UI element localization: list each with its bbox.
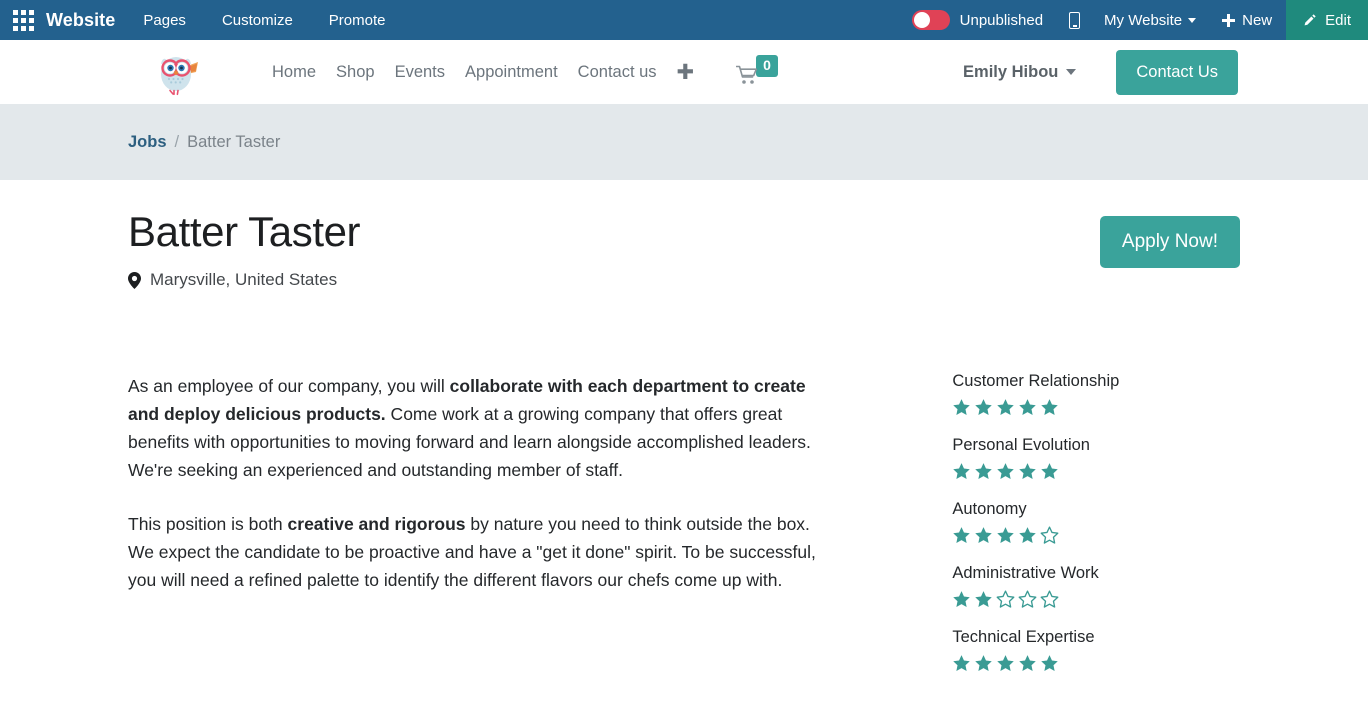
- star-filled-icon: [1018, 462, 1037, 481]
- emphasis-text: creative and rigorous: [287, 514, 466, 535]
- edit-button[interactable]: Edit: [1286, 0, 1368, 40]
- star-empty-icon: [1040, 526, 1059, 545]
- body-text: This position is both: [128, 514, 288, 535]
- job-location-label: Marysville, United States: [150, 270, 338, 290]
- cart-button[interactable]: 0: [735, 55, 778, 85]
- star-filled-icon: [952, 526, 971, 545]
- job-description: As an employee of our company, you will …: [128, 372, 839, 692]
- star-filled-icon: [1018, 398, 1037, 417]
- new-button[interactable]: New: [1208, 0, 1286, 40]
- nav-item-shop[interactable]: Shop: [326, 63, 385, 82]
- star-filled-icon: [996, 462, 1015, 481]
- nav-item-appointment[interactable]: Appointment: [455, 63, 568, 82]
- star-filled-icon: [996, 654, 1015, 673]
- editor-menu-promote[interactable]: Promote: [311, 0, 404, 40]
- website-header: Home Shop Events Appointment Contact us …: [0, 40, 1368, 104]
- owl-logo[interactable]: [152, 48, 204, 96]
- star-filled-icon: [952, 590, 971, 609]
- breadcrumb: Jobs / Batter Taster: [0, 104, 1368, 180]
- app-brand-label[interactable]: Website: [46, 10, 125, 31]
- mobile-phone-icon[interactable]: [1057, 0, 1092, 40]
- star-filled-icon: [1040, 398, 1059, 417]
- job-description-paragraph: This position is both creative and rigor…: [128, 510, 839, 594]
- add-nav-item-plus-icon[interactable]: ✚: [667, 62, 705, 83]
- skill-rating-stars: [952, 590, 1240, 609]
- skill-name: Customer Relationship: [952, 372, 1120, 391]
- skill-name: Administrative Work: [952, 564, 1099, 583]
- job-title-row: Batter Taster Marysville, United States …: [128, 180, 1240, 290]
- site-selector-label: My Website: [1104, 11, 1183, 29]
- star-filled-icon: [1018, 654, 1037, 673]
- publish-toggle[interactable]: [911, 10, 950, 30]
- skill-name: Autonomy: [952, 500, 1027, 519]
- new-button-label: New: [1242, 11, 1273, 29]
- odoo-editor-bar: Website Pages Customize Promote Unpublis…: [0, 0, 1368, 40]
- body-text: As an employee of our company, you will: [128, 376, 450, 397]
- star-empty-icon: [1018, 590, 1037, 609]
- skill-rating-stars: [952, 398, 1240, 417]
- site-selector-dropdown[interactable]: My Website: [1092, 0, 1208, 40]
- job-title-column: Batter Taster Marysville, United States: [128, 208, 1100, 290]
- skill-rating-stars: [952, 526, 1240, 545]
- skill-name: Technical Expertise: [952, 628, 1095, 647]
- nav-item-contact-us[interactable]: Contact us: [568, 63, 667, 82]
- skill-rating-stars: [952, 654, 1240, 673]
- star-filled-icon: [996, 398, 1015, 417]
- contact-us-button[interactable]: Contact Us: [1116, 49, 1238, 95]
- star-filled-icon: [974, 462, 993, 481]
- map-pin-icon: [128, 271, 141, 289]
- website-nav: Home Shop Events Appointment Contact us …: [262, 62, 704, 83]
- editor-bar-right: Unpublished My Website New Edit: [911, 0, 1368, 40]
- editor-bar-left: Website Pages Customize Promote: [0, 0, 404, 40]
- editor-menu-pages[interactable]: Pages: [125, 0, 204, 40]
- nav-item-home[interactable]: Home: [262, 63, 326, 82]
- publish-status-label: Unpublished: [959, 11, 1044, 29]
- breadcrumb-current: Batter Taster: [187, 132, 281, 151]
- chevron-down-icon: [1188, 17, 1197, 23]
- star-filled-icon: [1040, 654, 1059, 673]
- star-filled-icon: [952, 654, 971, 673]
- edit-button-label: Edit: [1325, 11, 1351, 29]
- publish-control: Unpublished: [911, 0, 1057, 40]
- user-menu-dropdown[interactable]: Emily Hibou: [963, 62, 1077, 82]
- job-content: As an employee of our company, you will …: [128, 372, 1240, 692]
- job-description-paragraph: As an employee of our company, you will …: [128, 372, 839, 484]
- star-empty-icon: [1040, 590, 1059, 609]
- job-location: Marysville, United States: [128, 270, 1100, 290]
- job-skills-list: Customer Relationship Personal Evolution A…: [952, 372, 1240, 692]
- user-name-label: Emily Hibou: [963, 62, 1059, 81]
- skill-name: Personal Evolution: [952, 436, 1090, 455]
- star-filled-icon: [974, 398, 993, 417]
- apply-now-button[interactable]: Apply Now!: [1099, 216, 1240, 268]
- skill-rating-stars: [952, 462, 1240, 481]
- editor-menu-customize[interactable]: Customize: [204, 0, 311, 40]
- page-title: Batter Taster: [128, 208, 361, 255]
- star-filled-icon: [974, 590, 993, 609]
- breadcrumb-jobs-link[interactable]: Jobs: [128, 133, 167, 152]
- shopping-cart-icon: [735, 65, 758, 85]
- cart-count-badge: 0: [756, 55, 778, 77]
- apps-grid-icon[interactable]: [0, 0, 46, 40]
- editor-menu: Pages Customize Promote: [125, 0, 403, 40]
- breadcrumb-separator: /: [174, 132, 180, 151]
- star-filled-icon: [996, 526, 1015, 545]
- chevron-down-icon: [1066, 69, 1077, 75]
- star-filled-icon: [974, 654, 993, 673]
- plus-icon: [1222, 13, 1236, 27]
- star-filled-icon: [974, 526, 993, 545]
- job-page: Batter Taster Marysville, United States …: [0, 180, 1368, 692]
- star-filled-icon: [1018, 526, 1037, 545]
- star-filled-icon: [952, 462, 971, 481]
- nav-item-events[interactable]: Events: [385, 63, 455, 82]
- website-header-right: Emily Hibou Contact Us: [963, 49, 1368, 95]
- star-filled-icon: [1040, 462, 1059, 481]
- pencil-icon: [1303, 13, 1317, 27]
- star-filled-icon: [952, 398, 971, 417]
- star-empty-icon: [996, 590, 1015, 609]
